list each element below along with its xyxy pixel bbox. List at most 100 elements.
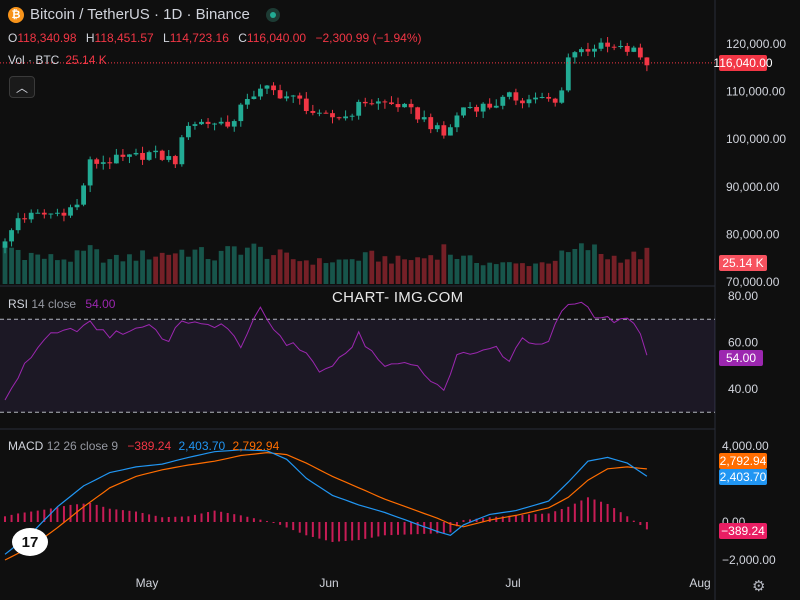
candle-body: [28, 212, 34, 220]
candle-body: [343, 116, 348, 119]
candle-body: [441, 125, 447, 136]
high-key: H: [85, 31, 95, 45]
volume-bar: [205, 259, 211, 284]
candle-body: [415, 107, 421, 120]
macd-histogram-bar: [639, 522, 642, 526]
candle-body: [41, 212, 47, 215]
macd-tick-label: 4,000.00: [722, 439, 769, 453]
volume-bar: [15, 249, 21, 284]
candle-body: [277, 90, 283, 99]
volume-bar: [199, 247, 204, 284]
macd-histogram-bar: [30, 511, 33, 522]
candle-body: [572, 52, 578, 58]
macd-histogram-bar: [154, 515, 157, 522]
macd-histogram-bar: [528, 514, 530, 522]
volume-bar: [454, 259, 460, 284]
candle-body: [330, 113, 335, 118]
macd-histogram-bar: [180, 516, 183, 522]
candle-body: [480, 103, 486, 112]
candle-body: [68, 207, 73, 216]
volume-bar: [493, 264, 499, 284]
candle-body: [290, 95, 296, 97]
macd-histogram-bar: [220, 511, 223, 522]
close-value: 116,040.00: [246, 31, 307, 45]
settings-icon[interactable]: ⚙: [752, 577, 768, 595]
candle-body: [2, 241, 8, 248]
candle-body: [382, 101, 388, 103]
macd-histogram-bar: [115, 509, 118, 522]
volume-bar: [362, 252, 368, 284]
volume-bar: [127, 254, 132, 284]
candle-body: [624, 45, 630, 52]
volume-bar: [48, 254, 54, 284]
candle-body: [533, 97, 538, 100]
candle-body: [454, 115, 460, 128]
macd-histogram-bar: [606, 503, 609, 522]
macd-histogram-bar: [541, 513, 544, 522]
candle-body: [15, 218, 21, 231]
rsi-params: 14 close: [31, 297, 77, 311]
macd-signal-value: 2,792.94: [232, 439, 280, 453]
macd-histogram-bar: [239, 515, 242, 522]
change-value: −2,300.99 (−1.94%): [315, 31, 422, 45]
macd-histogram-value: −389.24: [127, 439, 172, 453]
candle-body: [310, 110, 316, 113]
macd-histogram-bar: [429, 522, 432, 534]
time-tick-label: Aug: [689, 576, 710, 590]
candle-body: [9, 230, 14, 242]
candle-body: [284, 96, 290, 99]
volume-bar: [369, 250, 375, 284]
volume-badge: 25.14 K: [719, 255, 767, 271]
volume-bar: [539, 262, 545, 284]
volume-bar: [585, 250, 591, 284]
macd-histogram-badge: −389.24: [719, 523, 767, 539]
macd-histogram-bar: [187, 516, 190, 522]
macd-histogram-bar: [357, 522, 360, 541]
volume-bar: [317, 258, 322, 284]
macd-histogram-bar: [200, 513, 203, 522]
collapse-legend-button[interactable]: ︿: [9, 76, 35, 98]
candle-body: [513, 92, 519, 101]
close-key: C: [238, 31, 247, 45]
candle-body: [637, 47, 643, 58]
candle-body: [153, 150, 159, 153]
candle-body: [244, 98, 250, 105]
volume-bar: [297, 261, 303, 284]
volume-bar: [592, 244, 597, 284]
macd-histogram-bar: [573, 503, 576, 522]
macd-histogram-bar: [338, 522, 341, 542]
macd-histogram-bar: [619, 512, 622, 522]
macd-histogram-bar: [534, 514, 537, 522]
macd-name: MACD: [8, 439, 44, 453]
volume-bar: [9, 247, 14, 284]
macd-histogram-bar: [645, 522, 648, 530]
volume-bar: [559, 250, 565, 284]
macd-histogram-bar: [547, 513, 550, 522]
macd-histogram-bar: [49, 508, 52, 522]
price-tick-label: 120,000.00: [726, 37, 786, 51]
candle-body: [389, 102, 394, 105]
volume-bar: [140, 250, 145, 284]
open-key: O: [8, 31, 18, 45]
volume-bar: [624, 259, 630, 284]
volume-bar: [159, 252, 165, 284]
volume-value: 25.14 K: [65, 53, 107, 67]
volume-bar: [231, 246, 237, 284]
candle-body: [87, 159, 93, 186]
tradingview-logo-icon[interactable]: 17: [12, 528, 48, 556]
macd-histogram-bar: [567, 506, 570, 522]
volume-bar: [434, 259, 440, 284]
volume-bar: [323, 263, 329, 284]
candle-body: [205, 121, 211, 124]
volume-bar: [637, 259, 643, 284]
chart-header: ₿ Bitcoin / TetherUS · 1D · Binance: [8, 6, 280, 23]
candle-body: [317, 112, 322, 114]
rsi-badge: 54.00: [719, 350, 763, 366]
volume-bar: [506, 262, 512, 284]
macd-legend: MACD 12 26 close 9 −389.24 2,403.70 2,79…: [8, 439, 279, 453]
candle-body: [127, 154, 132, 157]
macd-histogram-bar: [141, 512, 144, 522]
candle-body: [120, 154, 126, 157]
volume-bar: [192, 249, 198, 284]
candle-body: [179, 137, 185, 165]
